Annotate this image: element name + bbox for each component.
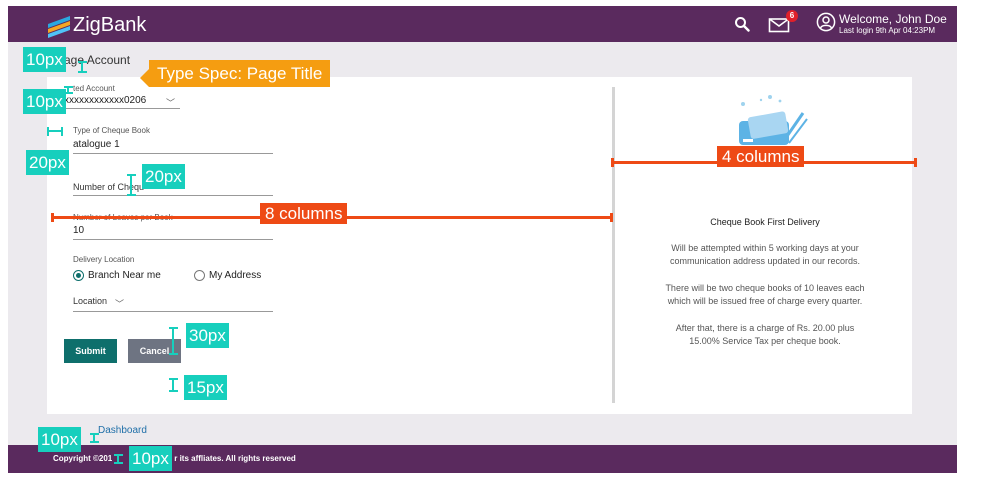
annotation-10px-dashboard: 10px bbox=[38, 427, 81, 452]
annotation-10px-title: 10px bbox=[23, 47, 66, 72]
cheque-type-value: atalogue 1 bbox=[73, 139, 120, 150]
column-span-marker-icon bbox=[914, 158, 917, 167]
annotation-30px-buttons: 30px bbox=[186, 323, 229, 348]
delivery-location-label: Delivery Location bbox=[73, 255, 135, 264]
brand-name: ZigBank bbox=[73, 14, 147, 36]
dashboard-link[interactable]: Dashboard bbox=[98, 425, 147, 436]
top-navigation-bar: ZigBank 6 Welcome, John Doe Last login 9… bbox=[8, 6, 957, 42]
address-radio[interactable] bbox=[194, 270, 205, 281]
copyright-left: Copyright ©201 bbox=[53, 454, 113, 463]
copyright-text: Copyright ©201 r its affliates. All right… bbox=[53, 454, 296, 463]
copyright-right: r its affliates. All rights reserved bbox=[174, 454, 296, 463]
user-avatar-icon[interactable] bbox=[816, 12, 836, 32]
info-paragraph-line: There will be two cheque books of 10 lea… bbox=[665, 283, 865, 293]
search-icon[interactable] bbox=[734, 16, 750, 32]
info-paragraph-line: After that, there is a charge of Rs. 20.… bbox=[675, 323, 855, 333]
selected-account-value: xxxxxxxxxxxx0206 bbox=[64, 95, 147, 106]
field-underline bbox=[73, 239, 273, 240]
chevron-down-icon: ﹀ bbox=[115, 299, 125, 309]
selected-account-label: ted Account bbox=[73, 84, 115, 93]
field-underline bbox=[73, 153, 273, 154]
spacing-marker-icon bbox=[169, 327, 178, 355]
content-card: ted Account xxxxxxxxxxxx0206 ﹀ Type of C… bbox=[47, 77, 912, 414]
field-underline bbox=[64, 108, 180, 109]
location-dropdown[interactable]: Location ﹀ bbox=[73, 296, 273, 314]
spacing-marker-icon bbox=[127, 174, 136, 196]
selected-account-dropdown[interactable]: xxxxxxxxxxxx0206 ﹀ bbox=[64, 95, 180, 109]
field-underline bbox=[73, 311, 273, 312]
spacing-marker-icon bbox=[114, 454, 123, 464]
spacing-marker-icon bbox=[169, 378, 178, 392]
annotation-page-title-spec: Type Spec: Page Title bbox=[149, 60, 331, 87]
zigbank-logo-icon bbox=[48, 15, 70, 38]
annotation-20px-field: 20px bbox=[142, 164, 185, 189]
branch-radio[interactable] bbox=[73, 270, 84, 281]
spacing-marker-icon bbox=[64, 86, 73, 94]
spacing-marker-icon bbox=[78, 61, 87, 73]
last-login-text: Last login 9th Apr 04:23PM bbox=[839, 26, 936, 35]
spacing-marker-icon bbox=[90, 433, 99, 443]
column-span-marker-icon bbox=[610, 213, 613, 222]
branch-radio-label[interactable]: Branch Near me bbox=[88, 270, 161, 281]
annotation-8-columns: 8 columns bbox=[260, 203, 348, 224]
mail-count-badge: 6 bbox=[786, 10, 798, 22]
spacing-marker-icon bbox=[47, 127, 63, 136]
annotation-20px-indent: 20px bbox=[26, 150, 69, 175]
annotation-15px-bottom: 15px bbox=[184, 375, 227, 400]
cheque-type-field[interactable]: atalogue 1 bbox=[73, 139, 273, 161]
welcome-text[interactable]: Welcome, John Doe bbox=[839, 13, 947, 25]
annotation-4-columns: 4 columns bbox=[717, 146, 805, 167]
info-paragraph-line: Will be attempted within 5 working days … bbox=[671, 243, 859, 253]
leaves-per-book-field[interactable]: 10 bbox=[73, 225, 273, 241]
info-paragraph-line: 15.00% Service Tax per cheque book. bbox=[689, 336, 841, 346]
annotation-pointer-icon bbox=[140, 69, 149, 87]
info-paragraph-line: which will be issued free of charge ever… bbox=[667, 296, 863, 306]
cheque-type-label: Type of Cheque Book bbox=[73, 126, 150, 135]
annotation-10px-account: 10px bbox=[23, 89, 66, 114]
leaves-per-book-value: 10 bbox=[73, 225, 85, 236]
page-title: age Account bbox=[64, 53, 131, 67]
address-radio-label[interactable]: My Address bbox=[209, 270, 261, 281]
info-paragraph-line: communication address updated in our rec… bbox=[669, 256, 861, 266]
annotation-10px-footer: 10px bbox=[129, 446, 172, 471]
submit-button[interactable]: Submit bbox=[64, 339, 117, 363]
brand-logo[interactable]: ZigBank bbox=[48, 14, 147, 38]
info-panel-title: Cheque Book First Delivery bbox=[710, 217, 820, 227]
location-placeholder: Location bbox=[73, 296, 108, 306]
field-underline bbox=[73, 195, 273, 196]
